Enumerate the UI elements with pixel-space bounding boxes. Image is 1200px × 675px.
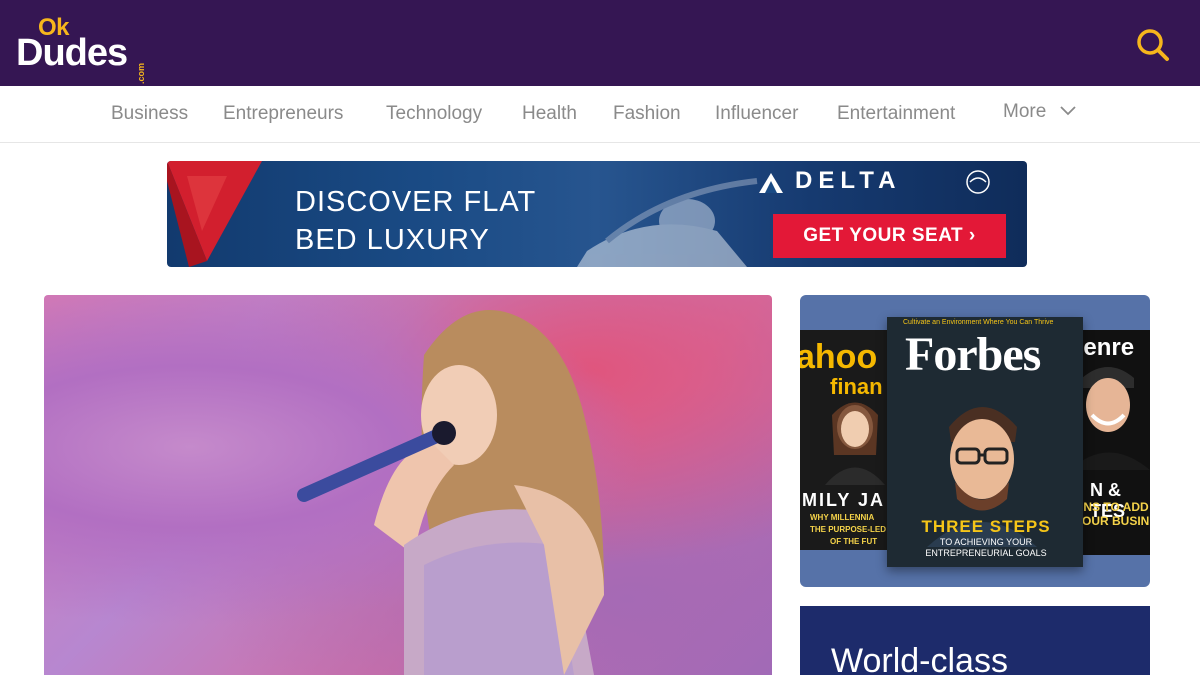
magazine-main-kicker: Cultivate an Environment Where You Can T… [903,319,1054,326]
ad-brand-text: DELTA [795,167,902,194]
nav-item-fashion[interactable]: Fashion [613,103,681,125]
magazine-cover-main: Cultivate an Environment Where You Can T… [887,317,1083,567]
magazine-right-title: renre [1074,334,1135,361]
delta-widget-icon [167,161,262,267]
skyteam-icon [966,170,990,194]
main-nav: Business Entrepreneurs Technology Health… [0,86,1200,143]
magazine-left-sub2: THE PURPOSE-LED [810,525,887,534]
search-button[interactable] [1130,24,1174,64]
ad-headline: DISCOVER FLAT BED LUXURY [295,183,536,259]
chevron-down-icon [1060,106,1076,116]
site-header: Ok Dudes .com [0,0,1200,86]
ad-headline-line2: BED LUXURY [295,224,490,256]
nav-item-health[interactable]: Health [522,103,577,125]
ad-cta-button[interactable]: GET YOUR SEAT › [773,214,1006,258]
performer-image [297,310,604,675]
search-icon [1137,29,1169,61]
magazine-left-portrait [825,402,885,485]
magazine-main-title: Forbes [905,328,1041,381]
logo-main-text: Dudes [16,32,128,74]
magazine-collage[interactable]: ahoo finan MILY JA WHY MILLENNIA THE PUR… [800,295,1150,587]
ad-headline-line1: DISCOVER FLAT [295,186,537,218]
nav-item-technology[interactable]: Technology [386,103,482,125]
logo-suffix-text: .com [136,62,146,84]
nav-item-entertainment[interactable]: Entertainment [837,103,955,125]
magazine-right-tag3: YOUR BUSIN [1074,514,1150,528]
promo-card[interactable]: World-class [800,606,1150,675]
nav-more-label: More [1003,101,1047,122]
nav-item-entrepreneurs[interactable]: Entrepreneurs [223,103,343,125]
nav-item-influencer[interactable]: Influencer [715,103,798,125]
site-logo[interactable]: Ok Dudes .com [16,14,166,84]
magazine-main-subline2: ENTREPRENEURIAL GOALS [925,548,1047,558]
passenger-illustration [577,178,758,267]
magazine-left-name: MILY JA [802,490,886,510]
magazine-cover-left: ahoo finan MILY JA WHY MILLENNIA THE PUR… [800,330,892,550]
nav-more-button[interactable]: More [1003,101,1076,123]
magazine-main-headline: THREE STEPS [921,517,1051,536]
banner-ad[interactable]: DISCOVER FLAT BED LUXURY DELTA GET YOUR … [167,161,1027,267]
magazine-left-title: ahoo [800,338,878,376]
delta-triangle-icon [759,173,783,193]
magazine-left-sub3: OF THE FUT [830,537,878,546]
nav-item-business[interactable]: Business [111,103,188,125]
ad-brand-logo: DELTA [759,167,990,195]
hero-image[interactable] [44,295,772,675]
magazine-main-subline1: TO ACHIEVING YOUR [939,537,1033,547]
magazine-left-sub1: WHY MILLENNIA [810,513,875,522]
promo-text: World-class [831,642,1008,675]
